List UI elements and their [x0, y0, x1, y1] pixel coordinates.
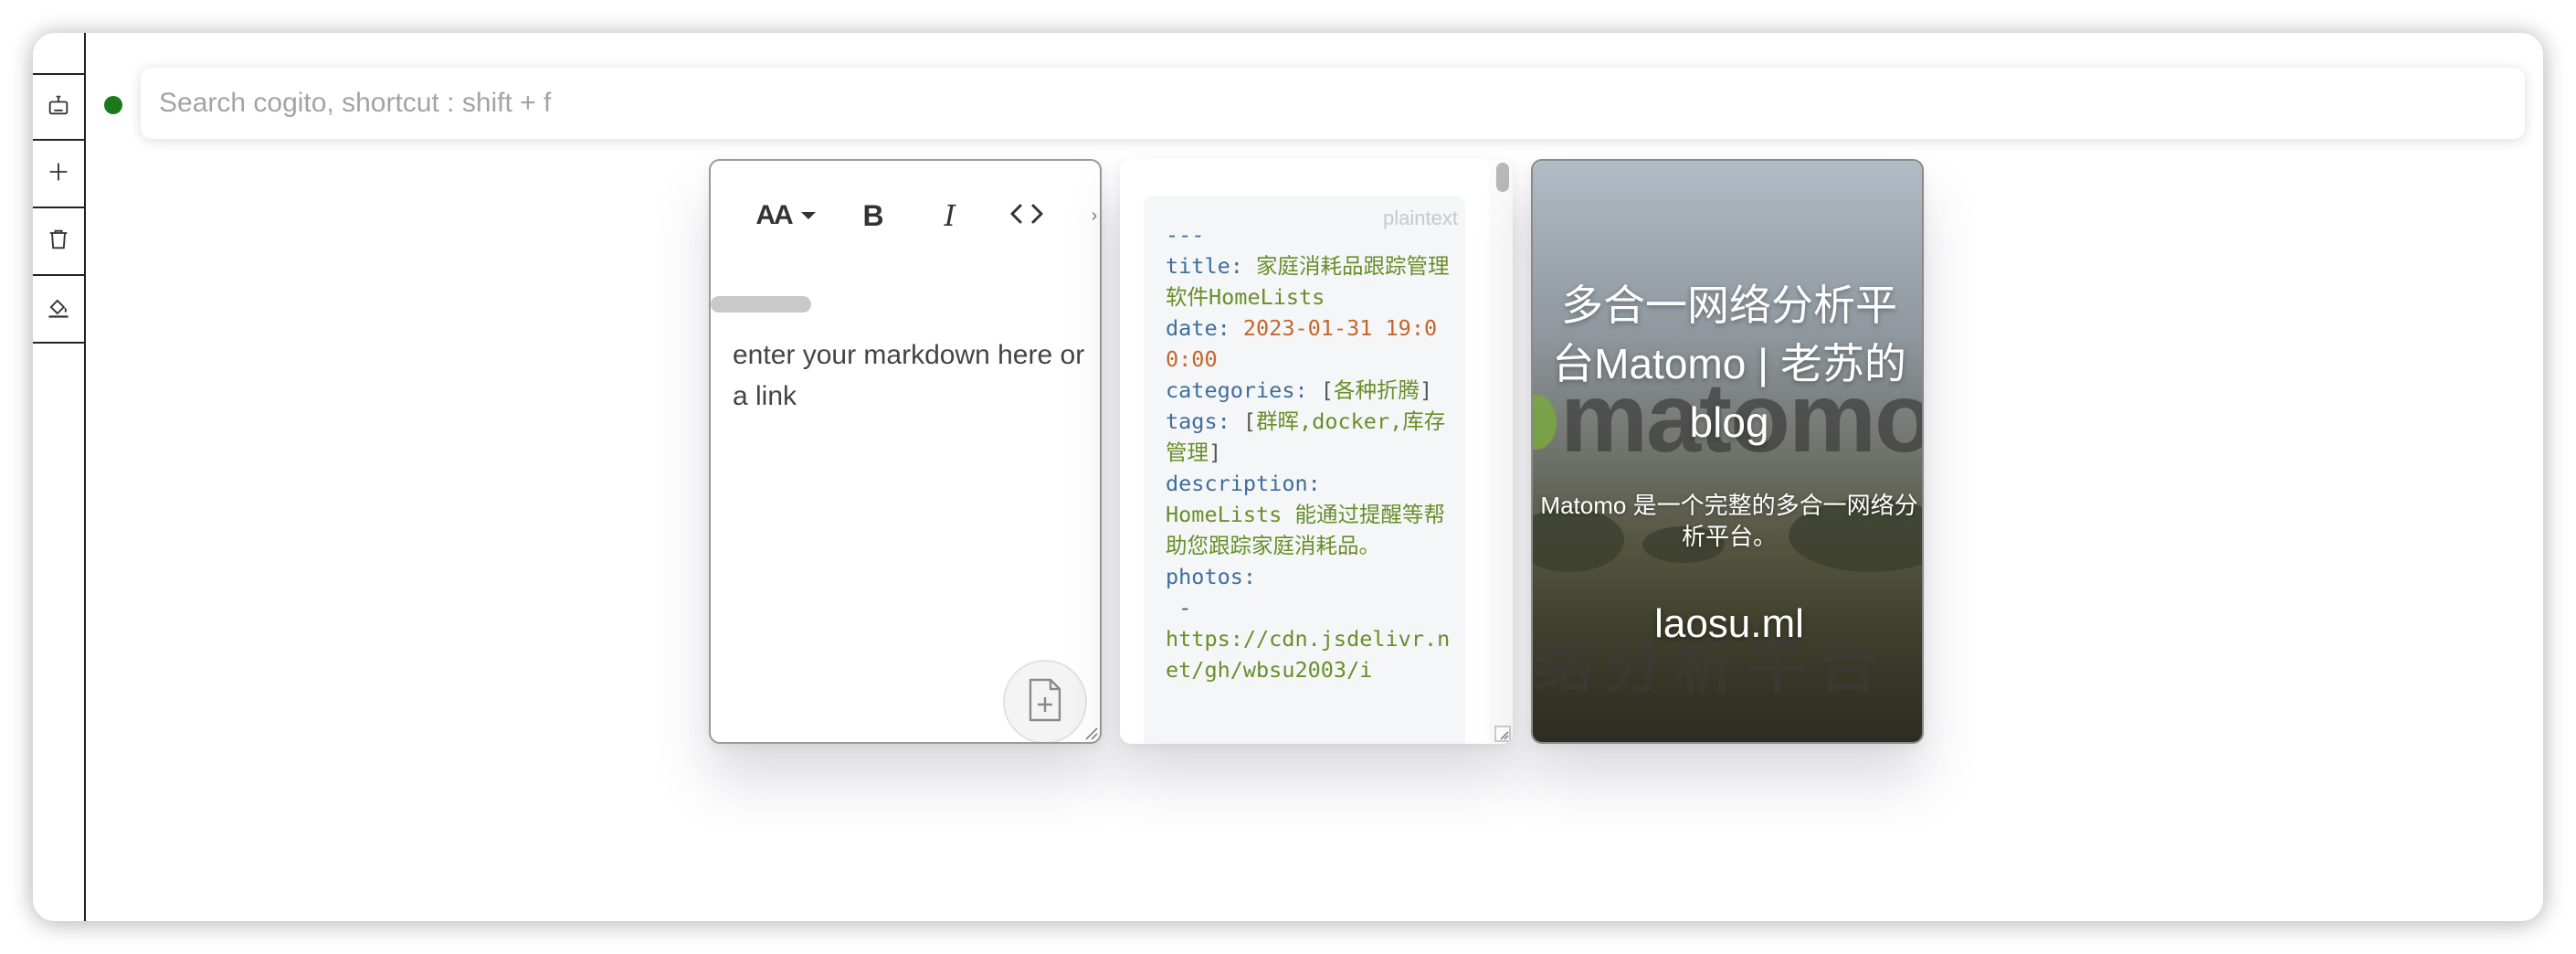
bold-icon: B — [862, 198, 884, 232]
code-block[interactable]: plaintext --- title: 家庭消耗品跟踪管理软件HomeList… — [1144, 196, 1465, 744]
trash-icon — [46, 227, 71, 257]
code-key: date: — [1166, 315, 1230, 341]
code-key: categories: — [1166, 377, 1308, 403]
resize-grip-icon[interactable] — [1494, 726, 1511, 742]
scrollbar-thumb[interactable] — [1496, 163, 1509, 192]
preview-title: 多合一网络分析平台Matomo | 老苏的blog — [1552, 281, 1906, 446]
code-scrollbar[interactable] — [1489, 159, 1513, 744]
code-punct: ] — [1209, 440, 1222, 465]
add-button[interactable] — [33, 141, 84, 208]
code-value: https://cdn.jsdelivr.net/gh/wbsu2003/i — [1166, 626, 1451, 683]
code-punct: [ — [1320, 377, 1334, 403]
code-line: --- — [1166, 222, 1205, 248]
code-icon — [1008, 200, 1045, 232]
app-window: AA B I › enter your markdown here or a l… — [33, 33, 2543, 921]
code-punct: - — [1166, 595, 1192, 620]
bold-button[interactable]: B — [857, 199, 890, 232]
code-key: photos: — [1166, 564, 1257, 589]
code-content: --- title: 家庭消耗品跟踪管理软件HomeLists date: 20… — [1166, 219, 1458, 685]
code-card: plaintext --- title: 家庭消耗品跟踪管理软件HomeList… — [1120, 159, 1513, 744]
preview-domain[interactable]: laosu.ml — [1533, 601, 1922, 647]
code-punct: ] — [1419, 377, 1433, 403]
plus-icon — [46, 159, 71, 189]
status-indicator — [104, 96, 122, 114]
code-key: description: — [1166, 471, 1321, 496]
theme-button[interactable] — [33, 276, 84, 344]
resize-grip-icon[interactable] — [1082, 724, 1098, 740]
code-key: tags: — [1166, 408, 1230, 434]
chevron-down-icon — [800, 212, 816, 219]
code-key: title: — [1166, 253, 1243, 279]
bot-icon — [46, 92, 71, 122]
code-value: HomeLists 能通过提醒等帮助您跟踪家庭消耗品。 — [1166, 502, 1445, 558]
link-preview-card[interactable]: matomo 络分析平台 多合一网络分析平台Matomo | 老苏的blog M… — [1531, 159, 1924, 744]
delete-button[interactable] — [33, 208, 84, 276]
preview-background: matomo 络分析平台 — [1533, 161, 1922, 742]
toolbar-scrollbar[interactable] — [711, 296, 811, 313]
editor-placeholder[interactable]: enter your markdown here or a link — [733, 334, 1089, 417]
paint-bucket-icon — [46, 294, 71, 324]
italic-icon: I — [944, 198, 956, 233]
code-punct: [ — [1242, 408, 1257, 434]
new-document-button[interactable] — [1003, 660, 1087, 742]
font-size-button[interactable]: AA — [751, 199, 820, 232]
font-size-icon: AA — [755, 200, 793, 230]
code-button[interactable] — [1005, 199, 1049, 232]
preview-description: Matomo 是一个完整的多合一网络分析平台。 — [1540, 492, 1918, 550]
markdown-editor-card: AA B I › enter your markdown here or a l… — [709, 159, 1102, 744]
file-plus-icon — [1025, 677, 1065, 727]
code-value: 各种折腾 — [1333, 377, 1420, 403]
editor-toolbar: AA B I › — [711, 161, 1100, 261]
sidebar — [33, 33, 86, 921]
bot-button[interactable] — [33, 73, 84, 141]
more-tools-icon[interactable]: › — [1085, 199, 1100, 232]
italic-button[interactable]: I — [934, 198, 966, 233]
search-input[interactable] — [141, 68, 2525, 139]
